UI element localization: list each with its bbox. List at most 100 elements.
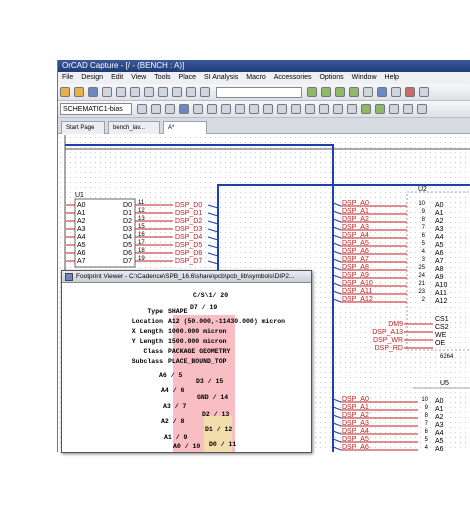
pin-name[interactable]: D7 (123, 258, 132, 265)
pin-name[interactable]: D0 (123, 202, 132, 209)
pad-label[interactable]: D1 / 12 (205, 426, 232, 433)
pad-label[interactable]: C/S\1/ 20 (193, 292, 228, 299)
menu-macro[interactable]: Macro (242, 72, 269, 84)
pad-label[interactable]: A0 / 10 (173, 443, 200, 450)
footprint-view[interactable]: Type SHAPE Location A12 (50.000,-11430.0… (64, 284, 309, 452)
part-u1-ref[interactable]: U1 (75, 192, 84, 199)
net-label[interactable]: DSP_D0 (175, 202, 202, 209)
ground-icon[interactable] (221, 104, 231, 114)
menu-tools[interactable]: Tools (150, 72, 174, 84)
zoom-all-icon[interactable] (349, 87, 359, 97)
bus-entry[interactable] (207, 204, 219, 209)
bus-entry[interactable] (332, 406, 342, 411)
pin-name[interactable]: WE (435, 332, 447, 339)
pin-name[interactable]: A0 (435, 398, 444, 405)
net-label[interactable]: DSP_D5 (175, 242, 202, 249)
settings-icon[interactable] (403, 104, 413, 114)
bus-entry[interactable] (332, 290, 342, 295)
net-label[interactable]: DSP_A0 (342, 200, 369, 207)
area-select-icon[interactable] (389, 104, 399, 114)
pin-name[interactable]: A6 (435, 250, 444, 257)
pin-number[interactable]: 8 (422, 217, 426, 223)
grid-icon[interactable] (375, 104, 385, 114)
bus-entry[interactable] (332, 226, 342, 231)
bus-entry[interactable] (332, 258, 342, 263)
menu-place[interactable]: Place (175, 72, 201, 84)
pin-name[interactable]: A6 (77, 250, 86, 257)
pad-label[interactable]: D7 / 19 (190, 304, 217, 311)
undo-icon[interactable] (158, 87, 168, 97)
net-label[interactable]: DSP_D3 (175, 226, 202, 233)
help-icon[interactable] (419, 87, 429, 97)
bus-entry[interactable] (332, 298, 342, 303)
pin-name[interactable]: D6 (123, 250, 132, 257)
pin-number[interactable]: 21 (418, 281, 425, 287)
pin-number[interactable]: 12 (138, 208, 145, 214)
text-icon[interactable] (347, 104, 357, 114)
pin-name[interactable]: CS1 (435, 316, 449, 323)
arc-icon[interactable] (333, 104, 343, 114)
pin-number[interactable]: 4 (425, 445, 429, 451)
bus-entry[interactable] (207, 236, 219, 241)
pin-name[interactable]: A12 (435, 298, 448, 305)
pin-name[interactable]: CS2 (435, 324, 449, 331)
pin-name[interactable]: D1 (123, 210, 132, 217)
power-icon[interactable] (207, 104, 217, 114)
pin-number[interactable]: 11 (138, 200, 145, 206)
menu-accessories[interactable]: Accessories (270, 72, 316, 84)
pin-number[interactable]: 9 (422, 209, 426, 215)
misc-icon[interactable] (417, 104, 427, 114)
net-label[interactable]: DSP_A2 (342, 216, 369, 223)
pin-name[interactable]: D3 (123, 226, 132, 233)
net-label[interactable]: DSP_A3 (342, 224, 369, 231)
annotate-icon[interactable] (200, 87, 210, 97)
net-label[interactable]: DSP_D2 (175, 218, 202, 225)
pad-label[interactable]: A6 / 5 (159, 372, 182, 379)
bus-entry[interactable] (332, 274, 342, 279)
pin-name[interactable]: A0 (77, 202, 86, 209)
bus-entry[interactable] (332, 422, 342, 427)
net-label[interactable]: DSP_A1 (342, 404, 369, 411)
pin-number[interactable]: 24 (418, 273, 425, 279)
pin-name[interactable]: A9 (435, 274, 444, 281)
net-label[interactable]: DSP_RD (375, 345, 403, 352)
bus-icon[interactable] (151, 104, 161, 114)
pin-name[interactable]: A1 (77, 210, 86, 217)
pin-name[interactable]: A5 (435, 242, 444, 249)
net-label[interactable]: DSP_A5 (342, 436, 369, 443)
bus-entry[interactable] (332, 202, 342, 207)
pin-name[interactable]: A0 (435, 202, 444, 209)
cut-icon[interactable] (116, 87, 126, 97)
pad-label[interactable]: GND / 14 (197, 394, 228, 401)
tab-start-page[interactable]: Start Page (61, 121, 105, 134)
snap-icon[interactable] (361, 104, 371, 114)
bus-entry[interactable] (332, 242, 342, 247)
menu-design[interactable]: Design (77, 72, 107, 84)
pad-label[interactable]: D0 / 11 (209, 441, 236, 448)
net-label[interactable]: DSP_A9 (342, 272, 369, 279)
net-label[interactable]: DSP_D1 (175, 210, 202, 217)
bus-entry[interactable] (332, 282, 342, 287)
pin-name[interactable]: OE (435, 340, 445, 347)
part-icon[interactable] (179, 104, 189, 114)
pin-name[interactable]: A2 (77, 218, 86, 225)
print-icon[interactable] (102, 87, 112, 97)
junction-icon[interactable] (165, 104, 175, 114)
pad-label[interactable]: A3 / 7 (163, 403, 186, 410)
net-label[interactable]: DSP_WR (373, 337, 403, 344)
pin-name[interactable]: A7 (435, 258, 444, 265)
new-icon[interactable] (60, 87, 70, 97)
pin-name[interactable]: A1 (435, 406, 444, 413)
find-combobox[interactable] (216, 87, 302, 98)
pin-name[interactable]: A7 (77, 258, 86, 265)
tab-schematic-a[interactable]: A* (163, 121, 207, 134)
paste-icon[interactable] (144, 87, 154, 97)
open-icon[interactable] (74, 87, 84, 97)
net-label[interactable]: DM9 (388, 321, 403, 328)
net-label[interactable]: DSP_D6 (175, 250, 202, 257)
bus-entry[interactable] (332, 266, 342, 271)
history-icon[interactable] (186, 87, 196, 97)
pin-name[interactable]: A3 (435, 226, 444, 233)
net-label[interactable]: DSP_A10 (342, 280, 373, 287)
bus-entry[interactable] (332, 414, 342, 419)
